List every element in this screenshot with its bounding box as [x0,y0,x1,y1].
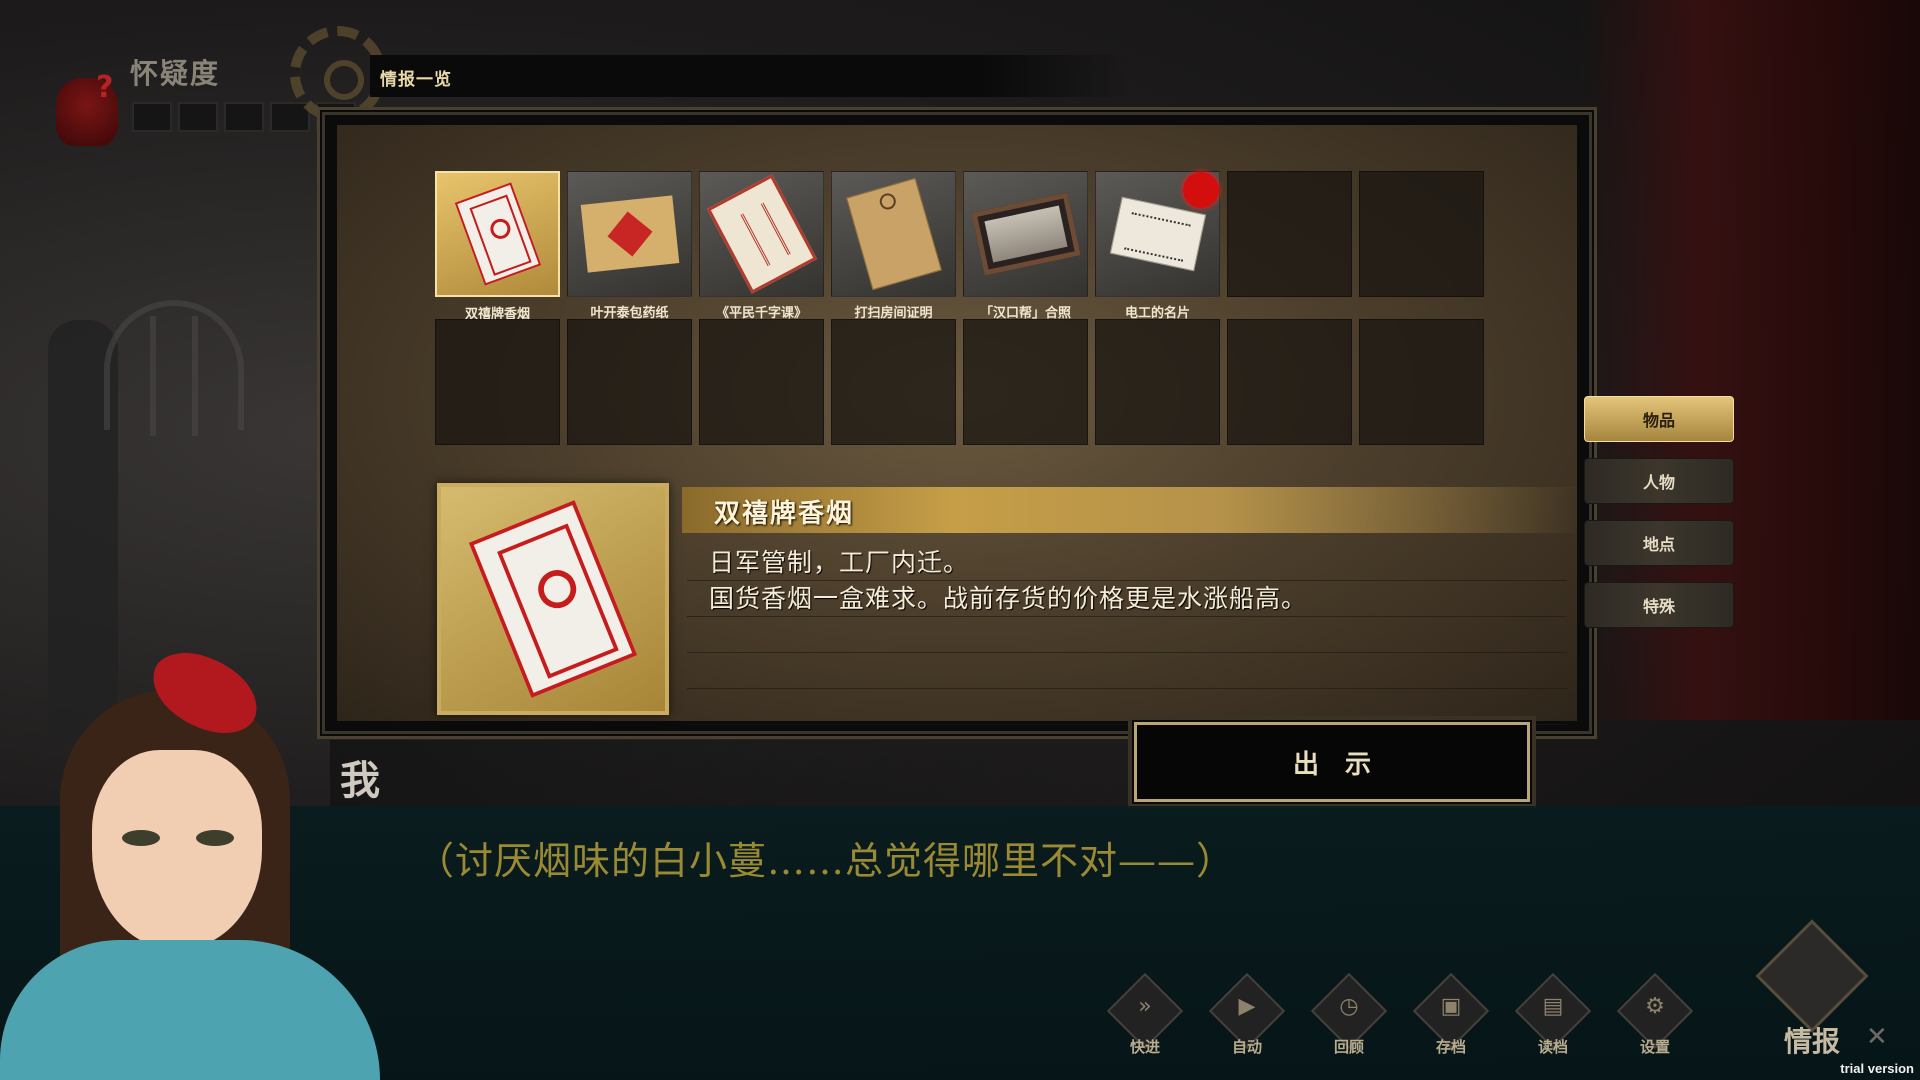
show-button[interactable]: 出示 [1132,720,1532,804]
item-slot[interactable]: 「汉口帮」合照 [963,171,1088,321]
page-title: 情报一览 [380,70,452,90]
toolbar-button-fast-forward[interactable]: » 快进 [1104,972,1186,1076]
intel-list-header: 情报一览 [370,55,1130,97]
tab-special[interactable]: 特殊 [1584,582,1734,628]
tab-characters[interactable]: 人物 [1584,458,1734,504]
medicine-paper-icon [580,195,679,273]
tab-items[interactable]: 物品 [1584,396,1734,442]
item-slot[interactable]: 打扫房间证明 [831,171,956,321]
toolbar-button-photo-load[interactable]: ▤ 读档 [1512,972,1594,1076]
item-grid: 双禧牌香烟 叶开泰包药纸 《平民千字课》 打扫房间证明 「汉口帮」合照 电工的名片 [435,171,1484,449]
bottom-toolbar: » 快进 ▶ 自动 ◷ 回顾 ▣ 存档 ▤ 读档 ⚙ 设置 [1104,972,1696,1076]
suspicion-segment [224,102,264,132]
toolbar-label: 存档 [1435,1038,1466,1056]
cigarette-pack-icon [468,500,638,698]
toolbar-button-camera-save[interactable]: ▣ 存档 [1410,972,1492,1076]
book-icon [706,174,817,294]
skull-icon: ? [56,70,118,146]
toolbar-label: 快进 [1129,1038,1160,1056]
toolbar-button-auto-play[interactable]: ▶ 自动 [1206,972,1288,1076]
intel-button[interactable]: 情报 [1752,919,1872,1058]
auto-play-icon: ▶ [1238,994,1256,1019]
toolbar-button-history-clock[interactable]: ◷ 回顾 [1308,972,1390,1076]
tab-locations[interactable]: 地点 [1584,520,1734,566]
empty-item-slot [831,319,956,445]
empty-item-slot [1227,319,1352,445]
close-icon[interactable]: ✕ [1866,1022,1888,1052]
suspicion-segment [132,102,172,132]
item-slot[interactable]: 叶开泰包药纸 [567,171,692,321]
speaker-bar [330,740,1130,806]
detail-image [437,483,669,715]
detail-line: 日军管制，工厂内迁。 [709,548,970,577]
dialogue-text: （讨厌烟味的白小蔓……总觉得哪里不对——） [416,839,1236,883]
envelope-icon [1755,919,1869,1033]
trial-watermark: trial version [1840,1061,1914,1076]
toolbar-label: 自动 [1231,1038,1262,1056]
item-slot[interactable]: 电工的名片 [1095,171,1220,321]
empty-item-slot [435,319,560,445]
empty-item-slot [699,319,824,445]
suspicion-segment [178,102,218,132]
toolbar-button-gear-settings[interactable]: ⚙ 设置 [1614,972,1696,1076]
fast-forward-icon: » [1138,994,1152,1019]
history-clock-icon: ◷ [1339,994,1359,1019]
photo-load-icon: ▤ [1542,994,1564,1019]
detail-description: 日军管制，工厂内迁。 国货香烟一盒难求。战前存货的价格更是水涨船高。 [709,545,1307,617]
intel-button-label: 情报 [1783,1025,1840,1058]
detail-title-bar: 双禧牌香烟 [682,487,1582,533]
toolbar-label: 回顾 [1333,1038,1364,1056]
cigarette-pack-icon [454,182,541,286]
empty-item-slot [1227,171,1352,297]
intel-panel: 双禧牌香烟 叶开泰包药纸 《平民千字课》 打扫房间证明 「汉口帮」合照 电工的名片 双禧牌… [322,112,1592,734]
character-portrait [0,640,400,1080]
empty-item-slot [567,319,692,445]
toolbar-label: 读档 [1537,1038,1568,1056]
item-slot[interactable]: 《平民千字课》 [699,171,824,321]
empty-item-slot [1359,319,1484,445]
background-window [104,300,244,436]
empty-item-slot [1095,319,1220,445]
detail-title: 双禧牌香烟 [714,499,855,529]
empty-item-slot [1359,171,1484,297]
toolbar-label: 设置 [1639,1038,1670,1056]
camera-save-icon: ▣ [1440,994,1462,1019]
suspicion-label: 怀疑度 [130,57,221,90]
new-badge-icon [1183,172,1219,208]
category-tabs: 物品 人物 地点 特殊 [1584,396,1734,628]
detail-line: 国货香烟一盒难求。战前存货的价格更是水涨船高。 [709,584,1308,613]
item-slot[interactable]: 双禧牌香烟 [435,171,560,322]
business-card-icon [1109,196,1206,272]
empty-item-slot [963,319,1088,445]
document-folder-icon [845,177,942,291]
intel-panel-inner: 双禧牌香烟 叶开泰包药纸 《平民千字课》 打扫房间证明 「汉口帮」合照 电工的名片 双禧牌… [337,125,1582,725]
gear-settings-icon: ⚙ [1645,994,1665,1019]
group-photo-icon [970,192,1081,276]
